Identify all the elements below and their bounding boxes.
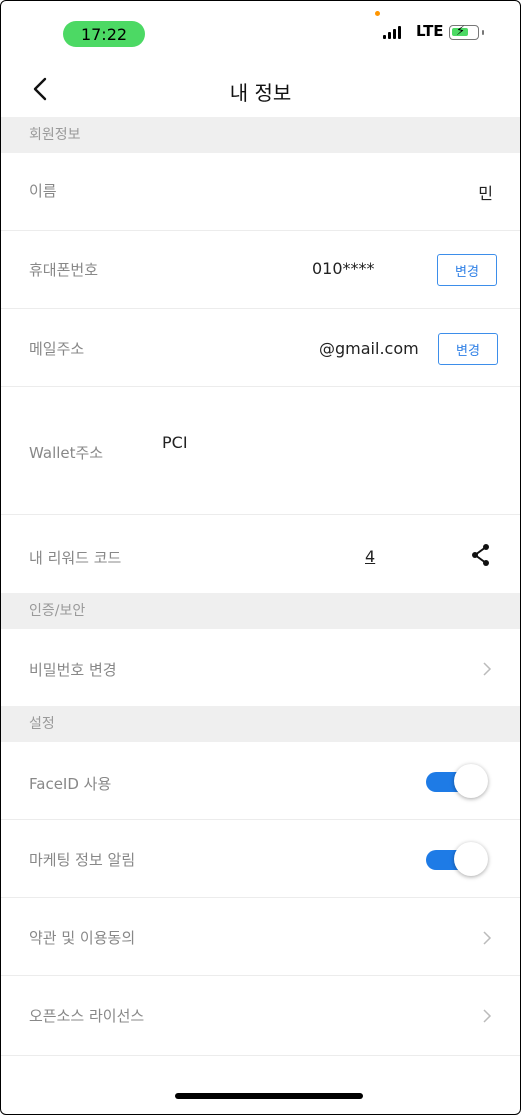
row-terms[interactable]: 약관 및 이용동의: [1, 898, 520, 976]
row-marketing-alert: 마케팅 정보 알림: [1, 820, 520, 898]
row-change-password[interactable]: 비밀번호 변경: [1, 629, 520, 706]
faceid-toggle[interactable]: [426, 764, 488, 798]
change-email-button[interactable]: 변경: [438, 333, 498, 365]
faceid-label: FaceID 사용: [29, 775, 112, 793]
phone-screen: 17:22 LTE ⚡ 내 정보 회원정보 이름 민 휴대폰번호 010****…: [0, 0, 521, 1115]
email-label: 메일주소: [29, 340, 85, 358]
opensource-label: 오픈소스 라이선스: [29, 1007, 145, 1025]
share-icon[interactable]: [471, 543, 491, 567]
name-value: 민: [478, 184, 493, 203]
network-type: LTE: [416, 22, 444, 40]
row-wallet: Wallet주소 PCI: [1, 387, 520, 515]
row-open-source[interactable]: 오픈소스 라이선스: [1, 976, 520, 1056]
change-phone-button[interactable]: 변경: [437, 254, 497, 286]
battery-charging-icon: ⚡: [449, 24, 479, 40]
row-reward-code: 내 리워드 코드 4: [1, 515, 520, 593]
section-header-security: 인증/보안: [1, 593, 520, 629]
phone-label: 휴대폰번호: [29, 261, 99, 279]
row-email: 메일주소 @gmail.com 변경: [1, 309, 520, 387]
battery-cap: [482, 30, 484, 35]
chevron-right-icon: [483, 931, 492, 945]
chevron-right-icon: [483, 1009, 492, 1023]
cellular-signal-icon: [383, 25, 401, 39]
status-bar: 17:22 LTE ⚡: [1, 1, 520, 63]
wallet-value: PCI: [162, 433, 188, 452]
page-title: 내 정보: [229, 81, 292, 105]
row-faceid: FaceID 사용: [1, 742, 520, 820]
home-indicator[interactable]: [175, 1093, 363, 1099]
section-header-member: 회원정보: [1, 117, 520, 153]
navigation-bar: 내 정보: [1, 63, 520, 117]
row-phone: 휴대폰번호 010**** 변경: [1, 231, 520, 309]
chevron-right-icon: [483, 662, 492, 676]
name-label: 이름: [29, 182, 57, 200]
row-name: 이름 민: [1, 153, 520, 231]
status-time: 17:22: [63, 21, 145, 47]
wallet-label: Wallet주소: [29, 444, 104, 462]
reward-label: 내 리워드 코드: [29, 549, 122, 567]
privacy-indicator-dot: [375, 11, 380, 16]
marketing-toggle[interactable]: [426, 842, 488, 876]
phone-value: 010****: [312, 259, 375, 278]
email-value: @gmail.com: [319, 339, 419, 358]
terms-label: 약관 및 이용동의: [29, 929, 136, 947]
change-password-label: 비밀번호 변경: [29, 661, 117, 679]
reward-code-value[interactable]: 4: [365, 547, 375, 566]
section-header-settings: 설정: [1, 706, 520, 742]
marketing-label: 마케팅 정보 알림: [29, 851, 136, 869]
